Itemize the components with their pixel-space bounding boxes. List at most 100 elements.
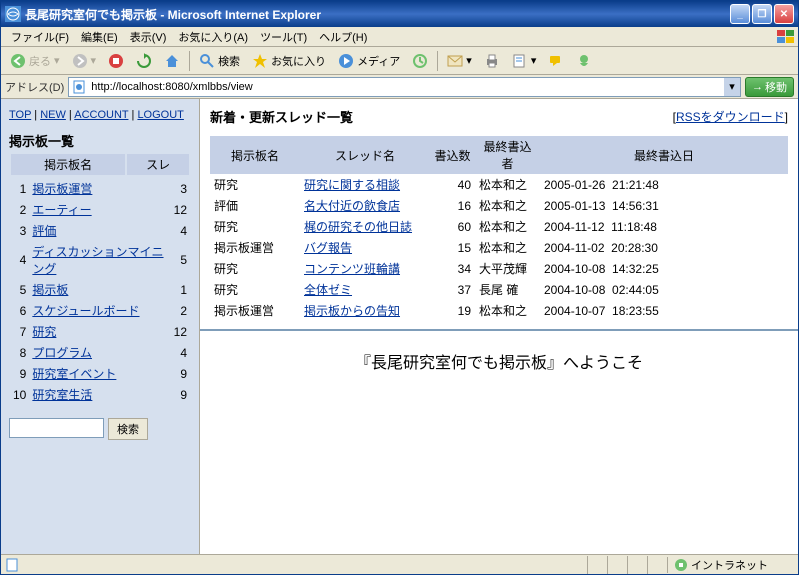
- ie-icon: [5, 6, 21, 22]
- list-item: 4ディスカッションマイニング5: [11, 242, 189, 278]
- media-icon: [338, 53, 354, 69]
- favorites-button[interactable]: お気に入り: [247, 50, 331, 72]
- address-dropdown[interactable]: ▾: [724, 78, 740, 96]
- discuss-button[interactable]: [543, 50, 569, 72]
- minimize-button[interactable]: _: [730, 4, 750, 24]
- board-link[interactable]: プログラム: [32, 346, 92, 360]
- chevron-down-icon: ▾: [54, 54, 60, 67]
- search-button[interactable]: 検索: [194, 50, 245, 72]
- welcome-pane: 『長尾研究室何でも掲示板』へようこそ: [200, 329, 798, 554]
- window-title: 長尾研究室何でも掲示板 - Microsoft Internet Explore…: [25, 6, 730, 23]
- top-nav: TOP | NEW | ACCOUNT | LOGOUT: [9, 109, 191, 121]
- board-link[interactable]: 研究室イベント: [32, 367, 116, 381]
- refresh-icon: [136, 53, 152, 69]
- messenger-button[interactable]: [571, 50, 597, 72]
- table-row: 掲示板運営掲示板からの告知19松本和之2004-10-07 18:23:55: [210, 300, 788, 321]
- home-icon: [164, 53, 180, 69]
- page-icon: [71, 79, 87, 95]
- back-button[interactable]: 戻る ▾: [5, 50, 65, 72]
- board-link[interactable]: 研究: [32, 325, 56, 339]
- history-icon: [412, 53, 428, 69]
- chevron-down-icon: ▾: [466, 54, 472, 67]
- maximize-button[interactable]: ❐: [752, 4, 772, 24]
- list-item: 2エーティー12: [11, 200, 189, 219]
- board-link[interactable]: 掲示板: [32, 283, 68, 297]
- print-icon: [484, 53, 500, 69]
- table-row: 研究コンテンツ班輪講34大平茂輝2004-10-08 14:32:25: [210, 258, 788, 279]
- table-row: 評価名大付近の飲食店16松本和之2005-01-13 14:56:31: [210, 195, 788, 216]
- windows-logo-icon: [776, 28, 796, 46]
- forward-button[interactable]: ▾: [67, 50, 102, 72]
- list-item: 6スケジュールボード2: [11, 301, 189, 320]
- go-button[interactable]: → 移動: [745, 77, 794, 97]
- thread-link[interactable]: 梶の研究その他日誌: [304, 220, 412, 234]
- stop-button[interactable]: [103, 50, 129, 72]
- print-button[interactable]: [479, 50, 505, 72]
- nav-account[interactable]: ACCOUNT: [74, 109, 128, 121]
- messenger-icon: [576, 53, 592, 69]
- col-board-name: 掲示板名: [11, 154, 125, 175]
- stop-icon: [108, 53, 124, 69]
- thread-link[interactable]: コンテンツ班輪講: [304, 262, 400, 276]
- menu-file[interactable]: ファイル(F): [5, 27, 75, 47]
- col-lastdate: 最終書込日: [540, 136, 788, 174]
- discuss-icon: [548, 53, 564, 69]
- col-posts: 書込数: [430, 136, 475, 174]
- list-item: 1掲示板運営3: [11, 179, 189, 198]
- board-link[interactable]: エーティー: [32, 203, 91, 217]
- rss-link[interactable]: RSSをダウンロード: [676, 110, 785, 124]
- thread-link[interactable]: バグ報告: [304, 241, 352, 255]
- col-lastposter: 最終書込者: [475, 136, 540, 174]
- table-row: 研究梶の研究その他日誌60松本和之2004-11-12 11:18:48: [210, 216, 788, 237]
- chevron-down-icon: ▾: [91, 54, 97, 67]
- menu-favorites[interactable]: お気に入り(A): [172, 27, 254, 47]
- close-button[interactable]: ✕: [774, 4, 794, 24]
- menu-view[interactable]: 表示(V): [124, 27, 173, 47]
- media-button[interactable]: メディア: [333, 50, 405, 72]
- board-link[interactable]: ディスカッションマイニング: [32, 245, 163, 276]
- statusbar: イントラネット: [1, 554, 798, 574]
- menu-edit[interactable]: 編集(E): [75, 27, 124, 47]
- address-input[interactable]: [89, 81, 724, 93]
- edit-button[interactable]: ▾: [507, 50, 542, 72]
- board-link[interactable]: 研究室生活: [32, 388, 92, 402]
- col-thread-count: スレ: [127, 154, 189, 175]
- col-board: 掲示板名: [210, 136, 300, 174]
- go-icon: →: [752, 81, 763, 93]
- thread-link[interactable]: 全体ゼミ: [304, 283, 352, 297]
- table-row: 掲示板運営バグ報告15松本和之2004-11-02 20:28:30: [210, 237, 788, 258]
- home-button[interactable]: [159, 50, 185, 72]
- nav-top[interactable]: TOP: [9, 109, 31, 121]
- menubar: ファイル(F) 編集(E) 表示(V) お気に入り(A) ツール(T) ヘルプ(…: [1, 27, 798, 47]
- table-row: 研究全体ゼミ37長尾 確2004-10-08 02:44:05: [210, 279, 788, 300]
- address-field[interactable]: ▾: [68, 77, 741, 97]
- sidebar: TOP | NEW | ACCOUNT | LOGOUT 掲示板一覧 掲示板名ス…: [1, 99, 199, 554]
- list-item: 9研究室イベント9: [11, 364, 189, 383]
- toolbar: 戻る ▾ ▾ 検索 お気に入り メディア ▾ ▾: [1, 47, 798, 75]
- board-link[interactable]: 掲示板運営: [32, 182, 92, 196]
- nav-new[interactable]: NEW: [40, 109, 66, 121]
- table-row: 研究研究に関する相談40松本和之2005-01-26 21:21:48: [210, 174, 788, 195]
- board-link[interactable]: 評価: [32, 224, 56, 238]
- nav-logout[interactable]: LOGOUT: [137, 109, 183, 121]
- media-label: メディア: [357, 53, 400, 69]
- history-button[interactable]: [407, 50, 433, 72]
- menu-tools[interactable]: ツール(T): [254, 27, 313, 47]
- mail-button[interactable]: ▾: [442, 50, 477, 72]
- search-input[interactable]: [9, 418, 104, 438]
- refresh-button[interactable]: [131, 50, 157, 72]
- page-icon: [5, 558, 19, 572]
- search-button[interactable]: 検索: [108, 418, 148, 440]
- menu-help[interactable]: ヘルプ(H): [313, 27, 373, 47]
- list-item: 7研究12: [11, 322, 189, 341]
- thread-link[interactable]: 名大付近の飲食店: [304, 199, 400, 213]
- list-item: 8プログラム4: [11, 343, 189, 362]
- sidebar-heading: 掲示板一覧: [9, 131, 191, 150]
- search-label: 検索: [218, 53, 240, 69]
- thread-link[interactable]: 研究に関する相談: [304, 178, 400, 192]
- zone-icon: [674, 558, 688, 572]
- addressbar: アドレス(D) ▾ → 移動: [1, 75, 798, 99]
- board-link[interactable]: スケジュールボード: [32, 304, 139, 318]
- thread-link[interactable]: 掲示板からの告知: [304, 304, 400, 318]
- mail-icon: [447, 53, 463, 69]
